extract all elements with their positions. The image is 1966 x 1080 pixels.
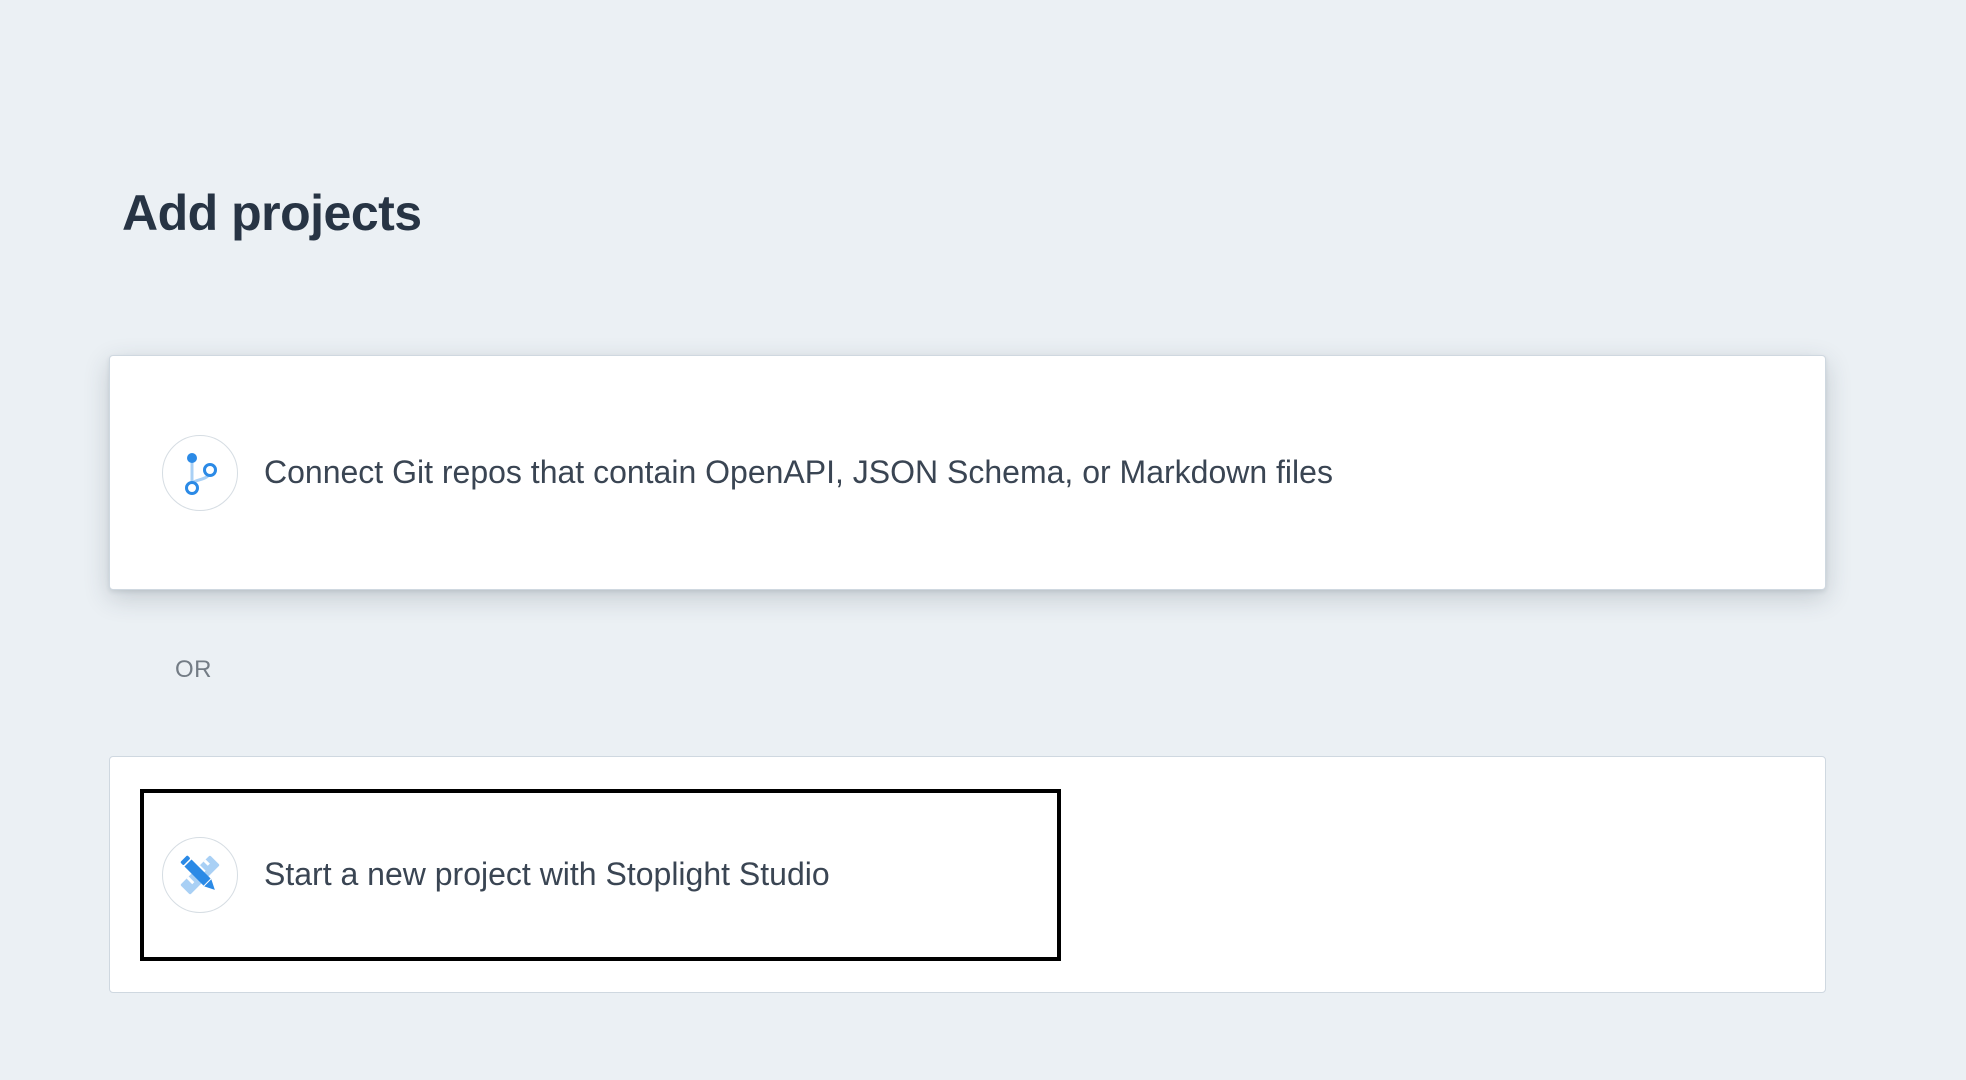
start-studio-project-card[interactable]: Start a new project with Stoplight Studi… [109,756,1826,993]
git-branch-icon [162,434,238,511]
pencil-ruler-icon [162,836,238,913]
or-separator: OR [175,656,212,683]
page-title: Add projects [122,185,422,241]
connect-git-label: Connect Git repos that contain OpenAPI, … [264,454,1333,490]
start-studio-label: Start a new project with Stoplight Studi… [264,856,830,892]
connect-git-card[interactable]: Connect Git repos that contain OpenAPI, … [109,355,1826,590]
